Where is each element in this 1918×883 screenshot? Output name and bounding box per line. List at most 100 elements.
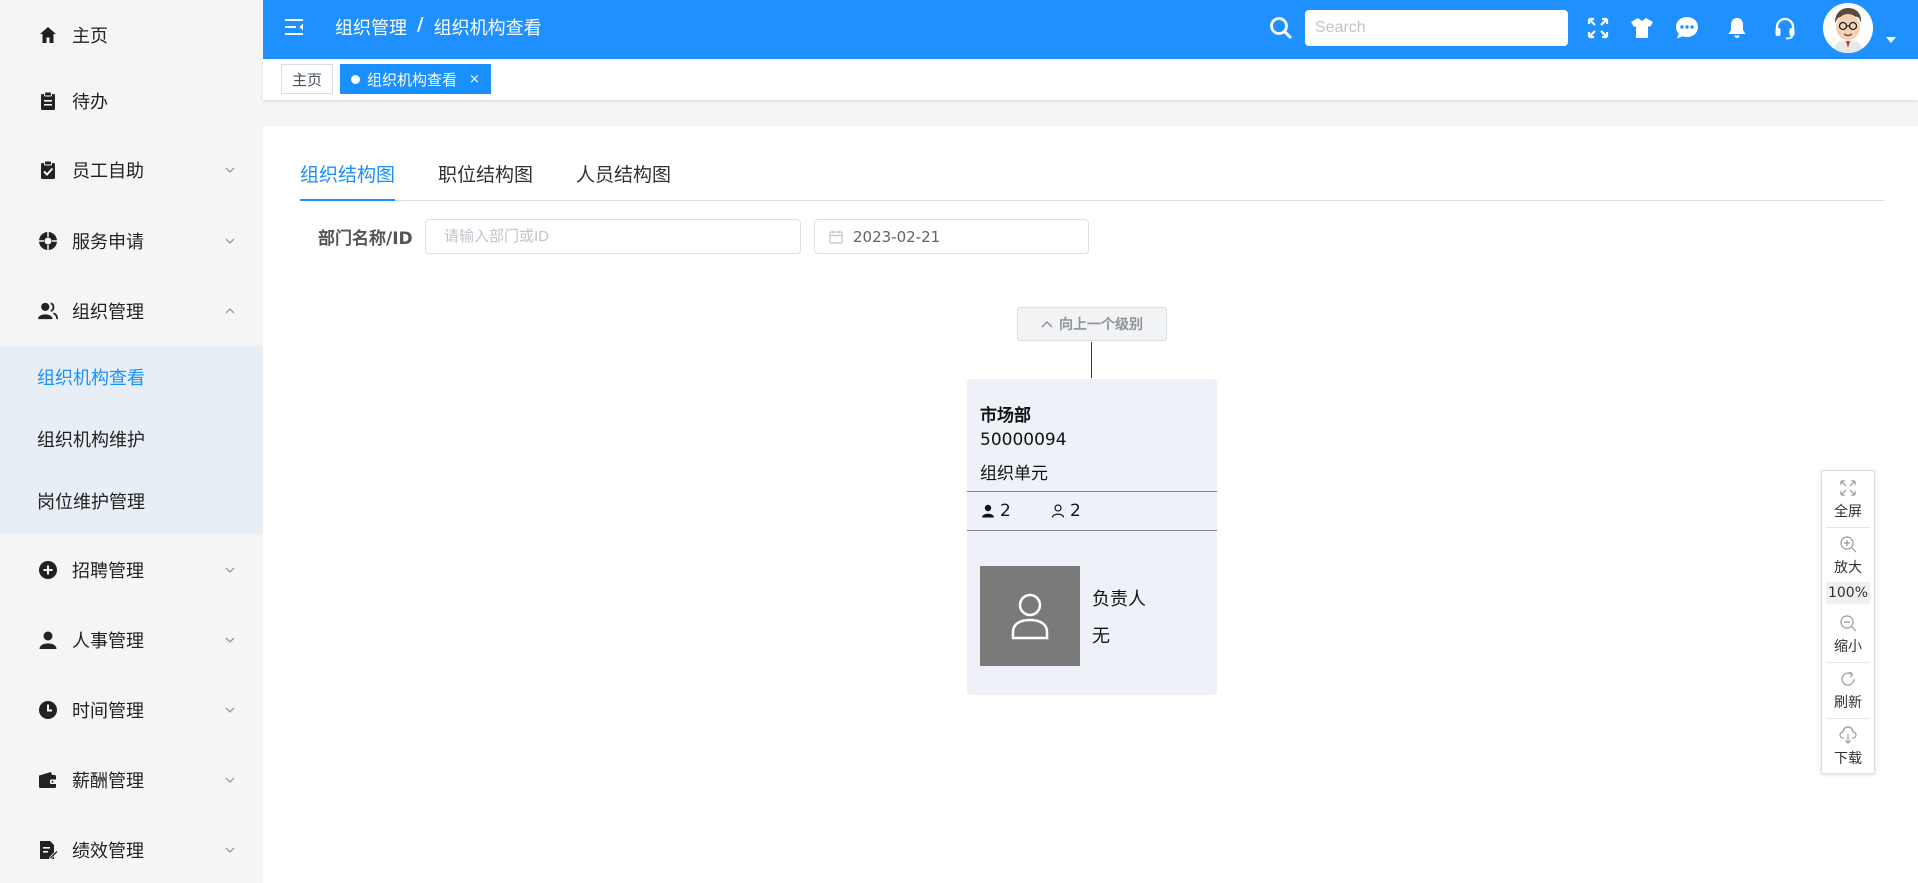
chevron-up-icon	[1041, 320, 1053, 328]
tab-org-chart[interactable]: 组织结构图	[300, 160, 396, 201]
download-label: 下载	[1834, 751, 1862, 767]
breadcrumb: 组织管理 / 组织机构查看	[335, 14, 542, 40]
caret-down-icon[interactable]	[1885, 36, 1897, 44]
sidebar-item-compensation[interactable]: 薪酬管理	[0, 745, 263, 815]
main-content: 组织结构图 职位结构图 人员结构图 部门名称/ID 2023-02-21 向上一…	[263, 126, 1918, 883]
sidebar-item-position-maintenance[interactable]: 岗位维护管理	[0, 470, 263, 532]
chevron-down-icon	[225, 637, 235, 643]
headcount-value: 2	[1000, 501, 1011, 521]
close-icon[interactable]: ×	[469, 72, 480, 87]
tab-personnel-chart[interactable]: 人员结构图	[576, 160, 671, 201]
sidebar-item-label: 服务申请	[72, 232, 144, 253]
refresh-button[interactable]: 刷新	[1822, 662, 1874, 717]
org-submenu: 组织机构查看 组织机构维护 岗位维护管理	[0, 346, 263, 534]
bell-icon[interactable]	[1723, 14, 1751, 42]
breadcrumb-item[interactable]: 组织管理	[335, 14, 407, 40]
sidebar: 主页 待办 员工自助 服务申请 组织管理 组织机构查看 组织机构维护 岗位维护管…	[0, 0, 263, 883]
headset-icon[interactable]	[1771, 14, 1799, 42]
chevron-down-icon	[225, 238, 235, 244]
lifebuoy-icon	[38, 231, 58, 251]
sidebar-item-time[interactable]: 时间管理	[0, 675, 263, 745]
tag-label: 组织机构查看	[367, 70, 458, 89]
sidebar-item-home[interactable]: 主页	[0, 0, 263, 70]
fullscreen-icon[interactable]	[1584, 14, 1612, 42]
leader-photo	[980, 566, 1080, 666]
sidebar-item-label: 组织机构维护	[37, 430, 145, 451]
fullscreen-label: 全屏	[1834, 504, 1862, 520]
org-id: 50000094	[980, 430, 1067, 450]
calendar-icon	[829, 230, 843, 244]
zoom-in-label: 放大	[1834, 560, 1862, 576]
sidebar-item-recruitment[interactable]: 招聘管理	[0, 535, 263, 605]
sidebar-item-label: 薪酬管理	[72, 771, 144, 792]
chevron-down-icon	[225, 847, 235, 853]
dept-filter-label: 部门名称/ID	[318, 229, 413, 249]
sidebar-item-org-management[interactable]: 组织管理	[0, 276, 263, 346]
menu-fold-icon[interactable]	[283, 16, 305, 38]
chevron-down-icon	[225, 707, 235, 713]
shirt-icon[interactable]	[1628, 14, 1656, 42]
position-count-stat: 2	[1051, 501, 1081, 521]
org-node-card[interactable]: 市场部 50000094 组织单元 2 2 负责人 无	[967, 379, 1217, 695]
tag-org-view[interactable]: 组织机构查看 ×	[340, 64, 491, 94]
chevron-down-icon	[225, 167, 235, 173]
sidebar-item-org-view[interactable]: 组织机构查看	[0, 346, 263, 408]
search-input[interactable]	[1305, 10, 1568, 46]
fullscreen-button[interactable]: 全屏	[1822, 471, 1874, 526]
sidebar-item-label: 员工自助	[72, 161, 144, 182]
active-dot-icon	[351, 74, 360, 84]
breadcrumb-separator: /	[417, 14, 424, 35]
download-button[interactable]: 下载	[1822, 718, 1874, 773]
dept-search-input[interactable]	[425, 219, 801, 254]
zoom-level: 100%	[1826, 582, 1870, 604]
refresh-label: 刷新	[1834, 695, 1862, 711]
wallet-icon	[38, 770, 58, 790]
leader-label: 负责人	[1092, 589, 1146, 610]
sidebar-item-label: 组织机构查看	[37, 368, 145, 389]
user-icon	[38, 630, 58, 650]
tag-home[interactable]: 主页	[281, 64, 334, 94]
zoom-in-icon	[1840, 536, 1857, 553]
chat-icon[interactable]	[1673, 14, 1701, 42]
sidebar-item-performance[interactable]: 绩效管理	[0, 815, 263, 883]
sidebar-item-label: 绩效管理	[72, 841, 144, 862]
home-icon	[38, 25, 58, 45]
zoom-out-label: 缩小	[1834, 639, 1862, 655]
sidebar-item-label: 岗位维护管理	[37, 492, 145, 513]
org-stats: 2 2	[967, 491, 1217, 531]
sidebar-item-label: 人事管理	[72, 631, 144, 652]
avatar-image	[1823, 3, 1873, 53]
chevron-down-icon	[225, 567, 235, 573]
clipboard-icon	[38, 91, 58, 111]
sidebar-item-todo[interactable]: 待办	[0, 66, 263, 136]
tab-position-chart[interactable]: 职位结构图	[438, 160, 533, 201]
clipboard-check-icon	[38, 160, 58, 180]
breadcrumb-item-current: 组织机构查看	[433, 18, 542, 39]
user-outline-icon	[1051, 504, 1065, 518]
chevron-down-icon	[225, 777, 235, 783]
top-header: 组织管理 / 组织机构查看	[263, 0, 1918, 59]
up-one-level-button[interactable]: 向上一个级别	[1017, 307, 1167, 341]
cloud-download-icon	[1839, 726, 1857, 744]
sidebar-item-hr[interactable]: 人事管理	[0, 605, 263, 675]
document-edit-icon	[38, 840, 58, 860]
org-name: 市场部	[980, 406, 1031, 426]
date-value: 2023-02-21	[853, 227, 941, 246]
position-count-value: 2	[1070, 501, 1081, 521]
user-filled-icon	[982, 504, 994, 518]
zoom-in-button[interactable]: 放大	[1822, 527, 1874, 582]
refresh-icon	[1841, 671, 1855, 686]
tree-connector-line	[1091, 342, 1092, 378]
sidebar-item-label: 待办	[72, 92, 108, 113]
user-placeholder-icon	[1011, 593, 1049, 640]
search-icon[interactable]	[1268, 15, 1294, 41]
headcount-stat: 2	[981, 501, 1011, 521]
sidebar-item-service-request[interactable]: 服务申请	[0, 206, 263, 276]
zoom-out-button[interactable]: 缩小	[1822, 606, 1874, 661]
sidebar-item-self-service[interactable]: 员工自助	[0, 135, 263, 205]
sidebar-item-label: 招聘管理	[72, 561, 144, 582]
avatar[interactable]	[1823, 3, 1873, 53]
sidebar-item-org-maintenance[interactable]: 组织机构维护	[0, 408, 263, 470]
date-picker[interactable]: 2023-02-21	[814, 219, 1089, 254]
org-type: 组织单元	[980, 464, 1048, 484]
